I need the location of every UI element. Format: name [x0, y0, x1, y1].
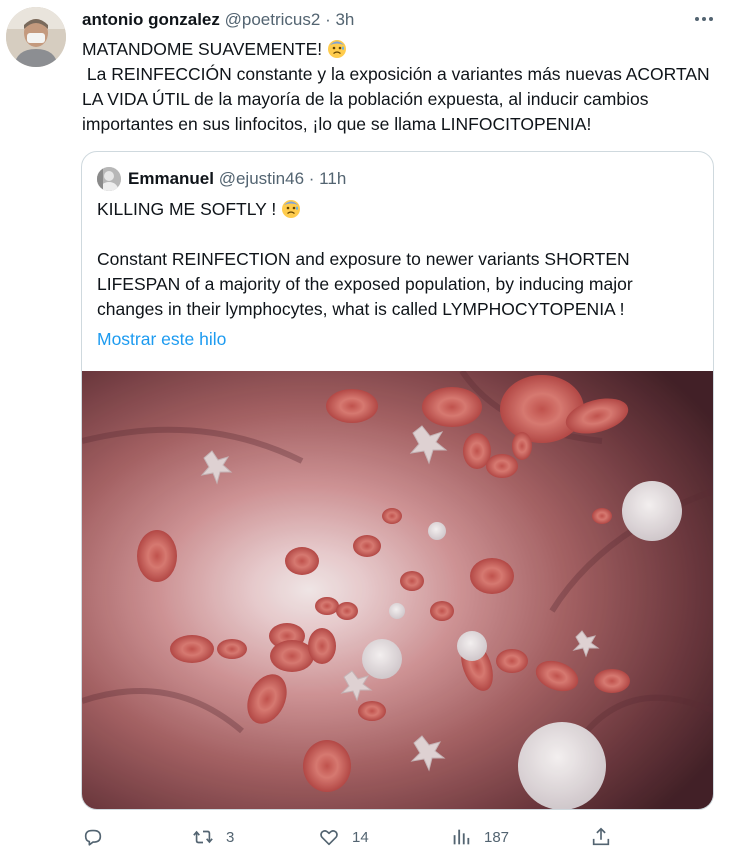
quoted-tweet[interactable]: Emmanuel @ejustin46 · 11h KILLING ME SOF…	[81, 151, 714, 810]
author-handle[interactable]: @poetricus2	[225, 10, 321, 29]
views-count: 187	[484, 828, 510, 846]
like-count: 14	[352, 828, 369, 846]
tweet-header: antonio gonzalez @poetricus2 · 3h	[82, 9, 354, 31]
quote-time[interactable]: 11h	[319, 169, 346, 188]
quote-avatar-photo	[97, 167, 121, 191]
tweet-time[interactable]: 3h	[335, 10, 354, 29]
quote-text-line1: KILLING ME SOFTLY !	[97, 199, 282, 219]
reply-button[interactable]	[82, 822, 104, 852]
heart-icon	[320, 830, 338, 846]
reply-icon	[84, 829, 102, 846]
quote-separator: ·	[308, 169, 315, 188]
views-bar-chart-icon	[453, 829, 470, 845]
blood-vessel-cells-image	[82, 369, 713, 809]
author-avatar[interactable]	[6, 7, 66, 67]
anxious-face-with-sweat-icon	[282, 200, 301, 218]
quote-text-body: Constant REINFECTION and exposure to new…	[97, 249, 638, 319]
quote-author-handle[interactable]: @ejustin46	[219, 169, 304, 188]
author-name[interactable]: antonio gonzalez	[82, 10, 220, 29]
tweet-text-line1: MATANDOME SUAVEMENTE!	[82, 39, 328, 59]
share-icon	[592, 827, 610, 846]
views-button[interactable]: 187	[450, 822, 509, 852]
quote-author-name[interactable]: Emmanuel	[128, 169, 214, 188]
retweet-button[interactable]: 3	[192, 822, 234, 852]
show-thread-link[interactable]: Mostrar este hilo	[97, 327, 226, 351]
header-separator: ·	[325, 10, 331, 29]
avatar-photo	[6, 7, 66, 67]
retweet-icon	[193, 830, 213, 844]
tweet-actions: 3 14 187	[70, 822, 630, 852]
like-button[interactable]: 14	[318, 822, 369, 852]
tweet-text-body: La REINFECCIÓN constante y la exposición…	[82, 64, 715, 134]
anxious-face-with-sweat-icon	[328, 40, 347, 58]
more-options-button[interactable]	[692, 10, 716, 28]
more-dots-icon	[695, 17, 713, 21]
quote-author-avatar[interactable]	[97, 167, 121, 191]
tweet-text: MATANDOME SUAVEMENTE! La REINFECCIÓN con…	[82, 37, 732, 137]
share-button[interactable]	[590, 822, 612, 852]
quote-header: Emmanuel @ejustin46 · 11h	[128, 168, 346, 190]
quote-media-image[interactable]	[82, 369, 713, 809]
quote-text: KILLING ME SOFTLY ! Constant REINFECTION…	[97, 197, 702, 322]
retweet-count: 3	[226, 828, 235, 846]
